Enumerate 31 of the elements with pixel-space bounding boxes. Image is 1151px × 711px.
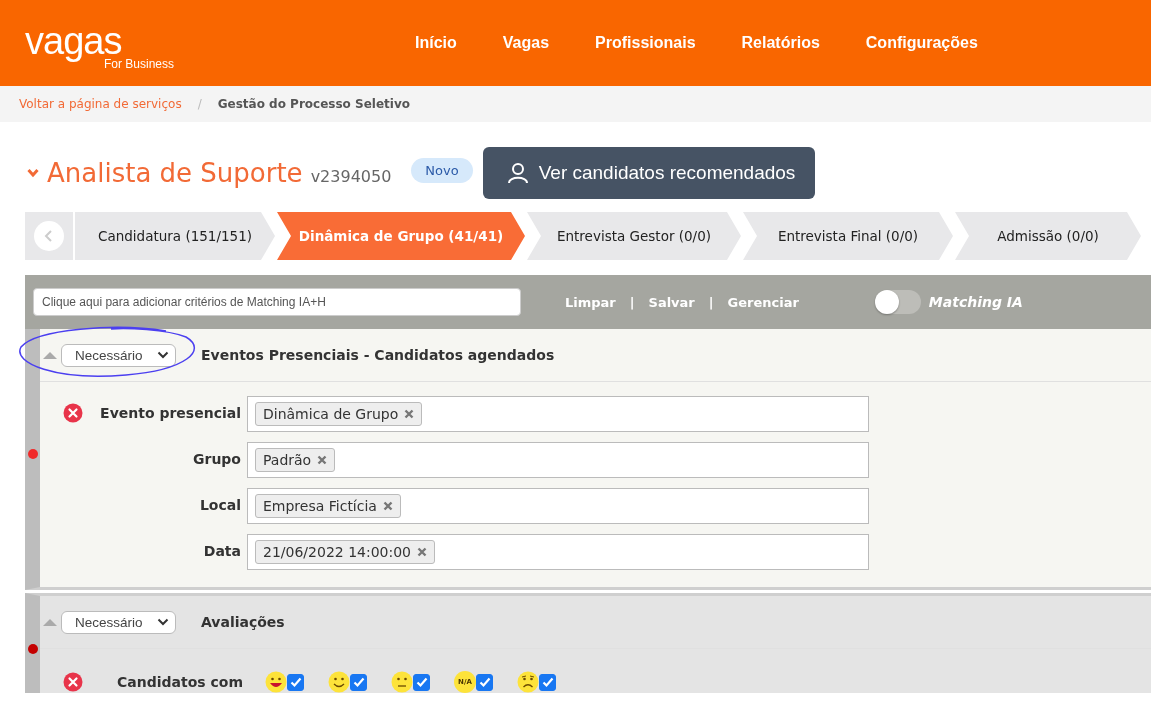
- breadcrumb-current: Gestão do Processo Seletivo: [217, 97, 410, 111]
- tag-chip: Padrão: [255, 448, 336, 472]
- tag-chip: 21/06/2022 14:00:00: [255, 540, 436, 564]
- tag-field[interactable]: Padrão: [247, 442, 869, 478]
- tag-field[interactable]: 21/06/2022 14:00:00: [247, 534, 869, 570]
- step-tab[interactable]: Entrevista Final (0/0): [743, 212, 953, 260]
- tag-field[interactable]: Dinâmica de Grupo: [247, 396, 869, 432]
- job-code: v2394050: [310, 166, 392, 186]
- criteria-input[interactable]: Clique aqui para adicionar critérios de Matching IA+H: [33, 288, 521, 316]
- breadcrumb-separator: /: [197, 97, 202, 111]
- requirement-dropdown[interactable]: Necessário: [61, 610, 176, 634]
- recommended-candidates-button[interactable]: Ver candidatos recomendados: [482, 147, 816, 199]
- separator-text: |: [708, 294, 714, 310]
- requirement-dropdown[interactable]: Necessário: [61, 343, 176, 367]
- step-tab[interactable]: Admissão (0/0): [955, 212, 1141, 260]
- status-badge: Novo: [411, 157, 473, 183]
- step-tab[interactable]: Candidatura (151/151): [75, 212, 275, 260]
- step-tab[interactable]: Entrevista Gestor (0/0): [527, 212, 741, 260]
- field-label: Local: [198, 497, 241, 513]
- separator-text: |: [629, 294, 635, 310]
- field-label: Grupo: [192, 451, 241, 467]
- field-label: Evento presencial: [99, 405, 241, 421]
- job-title: Analista de Suporte: [47, 158, 303, 188]
- tag-chip: Dinâmica de Grupo: [255, 402, 423, 426]
- section-title: Avaliações: [201, 614, 285, 630]
- field-label: Candidatos com: [116, 674, 243, 690]
- section-title: Eventos Presenciais - Candidatos agendados: [201, 347, 555, 363]
- toggle-label: Matching IA: [928, 294, 1023, 310]
- field-label: Data: [202, 543, 241, 559]
- tag-field[interactable]: Empresa Fictícia: [247, 488, 869, 524]
- tag-chip: Empresa Fictícia: [255, 494, 401, 518]
